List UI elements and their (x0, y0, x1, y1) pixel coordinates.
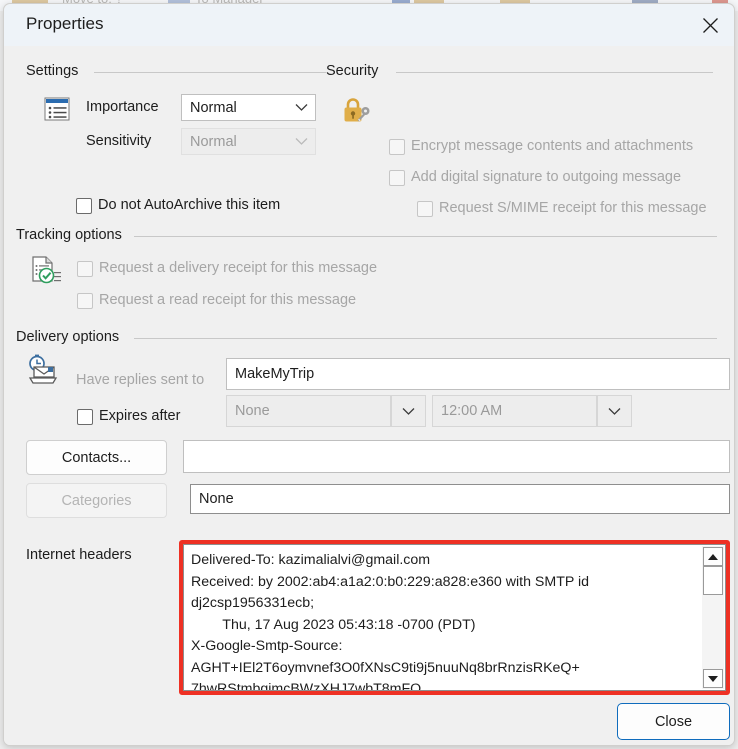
receipt-document-icon (30, 255, 62, 290)
encrypt-message-label: Encrypt message contents and attachments (411, 138, 694, 154)
expires-time-dropdown-button[interactable] (597, 395, 632, 427)
read-receipt-checkbox[interactable] (77, 293, 93, 309)
properties-dialog: Properties Settings Importance Normal Se… (3, 3, 735, 746)
internet-headers-text: Delivered-To: kazimalialvi@gmail.com Rec… (191, 552, 590, 691)
chevron-down-icon (287, 137, 315, 146)
delivery-receipt-label: Request a delivery receipt for this mess… (99, 260, 378, 276)
sensitivity-label: Sensitivity (86, 133, 152, 149)
expires-time-value: 12:00 AM (441, 403, 503, 419)
timer-envelope-icon (26, 354, 60, 391)
dialog-title: Properties (26, 14, 104, 33)
scroll-down-arrow-icon[interactable] (703, 669, 723, 688)
delivery-group-label: Delivery options (16, 329, 127, 345)
read-receipt-label: Request a read receipt for this message (99, 292, 357, 308)
internet-headers-label: Internet headers (26, 547, 132, 563)
expires-after-checkbox[interactable] (77, 409, 93, 425)
scroll-up-arrow-icon[interactable] (703, 547, 723, 566)
expires-date-field[interactable]: None (226, 395, 391, 427)
categories-field[interactable]: None (190, 484, 730, 514)
internet-headers-highlight: Delivered-To: kazimalialvi@gmail.com Rec… (179, 540, 730, 695)
have-replies-sent-to-field[interactable]: MakeMyTrip (226, 358, 730, 390)
delivery-group-rule (134, 338, 717, 339)
internet-headers-textarea[interactable]: Delivered-To: kazimalialvi@gmail.com Rec… (183, 544, 726, 691)
digital-signature-checkbox[interactable] (389, 170, 405, 186)
contacts-field[interactable] (183, 440, 730, 473)
importance-value: Normal (190, 99, 237, 116)
sensitivity-dropdown[interactable]: Normal (181, 128, 316, 155)
settings-group-label: Settings (26, 63, 86, 79)
expires-after-label: Expires after (99, 408, 181, 424)
do-not-autoarchive-label: Do not AutoArchive this item (98, 197, 281, 213)
expires-date-dropdown-button[interactable] (391, 395, 426, 427)
smime-receipt-checkbox[interactable] (417, 201, 433, 217)
dialog-body: Settings Importance Normal Sensitivity N… (4, 46, 734, 745)
categories-value: None (199, 491, 234, 507)
contacts-button[interactable]: Contacts... (26, 440, 167, 475)
do-not-autoarchive-checkbox[interactable] (76, 198, 92, 214)
have-replies-sent-to-value: MakeMyTrip (235, 366, 315, 382)
importance-label: Importance (86, 99, 159, 115)
encrypt-message-checkbox[interactable] (389, 139, 405, 155)
importance-dropdown[interactable]: Normal (181, 94, 316, 121)
tracking-group-rule (134, 236, 717, 237)
close-icon[interactable] (686, 4, 734, 46)
screen: Move to: ? To Manager Properties Setting… (0, 0, 738, 749)
expires-time-field[interactable]: 12:00 AM (432, 395, 597, 427)
sensitivity-value: Normal (190, 133, 237, 150)
categories-button[interactable]: Categories (26, 483, 167, 518)
have-replies-sent-to-label: Have replies sent to (76, 372, 205, 388)
settings-group-rule (94, 72, 326, 73)
dialog-titlebar: Properties (4, 4, 734, 46)
chevron-down-icon (287, 103, 315, 112)
internet-headers-scrollbar[interactable] (702, 546, 724, 689)
lock-key-icon (340, 96, 374, 131)
close-button[interactable]: Close (617, 703, 730, 740)
expires-date-value: None (235, 403, 270, 419)
delivery-receipt-checkbox[interactable] (77, 261, 93, 277)
tracking-group-label: Tracking options (16, 227, 129, 243)
smime-receipt-label: Request S/MIME receipt for this message (439, 200, 707, 216)
security-group-label: Security (326, 63, 386, 79)
security-group-rule (396, 72, 713, 73)
importance-list-icon (44, 96, 70, 127)
digital-signature-label: Add digital signature to outgoing messag… (411, 169, 682, 185)
scrollbar-thumb[interactable] (703, 566, 723, 595)
